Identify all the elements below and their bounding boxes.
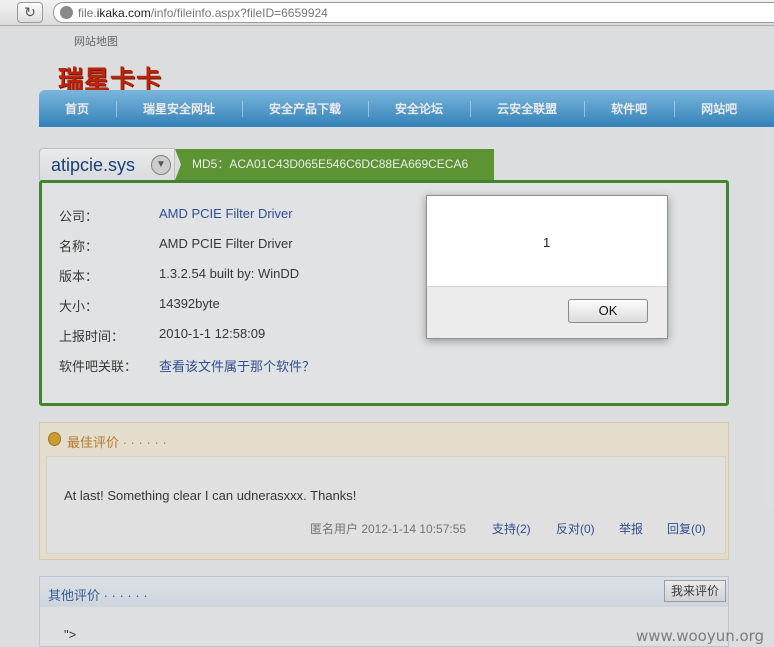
ok-button[interactable]: OK bbox=[568, 299, 648, 323]
reload-icon[interactable]: ↻ bbox=[17, 2, 43, 23]
dialog-message: 1 bbox=[543, 235, 551, 250]
alert-dialog: 1 OK bbox=[426, 195, 668, 339]
address-bar[interactable]: file.ikaka.com/info/fileinfo.aspx?fileID… bbox=[53, 2, 774, 23]
browser-toolbar: ↻ file.ikaka.com/info/fileinfo.aspx?file… bbox=[0, 0, 774, 26]
dialog-footer: OK bbox=[427, 286, 667, 338]
dialog-message-area: 1 bbox=[427, 196, 667, 286]
url-text: file.ikaka.com/info/fileinfo.aspx?fileID… bbox=[78, 6, 328, 20]
watermark: www.wooyun.org bbox=[636, 627, 765, 645]
globe-icon bbox=[60, 6, 73, 19]
